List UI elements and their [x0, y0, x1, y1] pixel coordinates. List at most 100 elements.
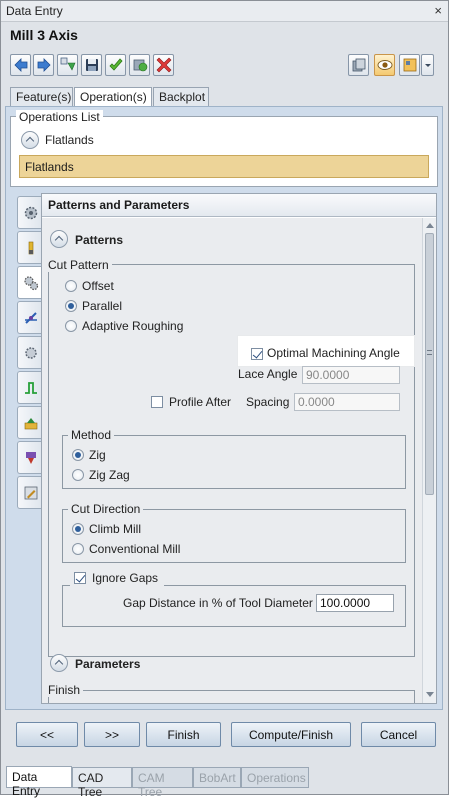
previous-button[interactable]: << [16, 722, 78, 747]
climb-mill-radio[interactable] [72, 523, 84, 535]
spacing-input[interactable]: 0.0000 [294, 393, 400, 411]
settings-dropdown[interactable] [421, 54, 434, 76]
lace-angle-input[interactable]: 90.0000 [302, 366, 400, 384]
left-tab-1[interactable] [17, 196, 44, 229]
patterns-parameters-panel: Patterns and Parameters Patterns Cut Pat… [41, 193, 437, 704]
left-tab-5[interactable] [17, 336, 44, 369]
operation-group-label: Flatlands [45, 133, 94, 147]
regenerate-icon [60, 57, 75, 71]
vertical-scrollbar[interactable] [422, 218, 436, 703]
ok-button[interactable] [105, 54, 126, 76]
profile-after-checkbox[interactable] [151, 396, 163, 408]
optimal-angle-checkbox[interactable] [251, 348, 263, 360]
cut-direction-legend: Cut Direction [68, 502, 144, 516]
tab-features[interactable]: Feature(s) [10, 87, 73, 107]
spacing-label: Spacing [246, 395, 290, 409]
arrow-right-icon [37, 58, 51, 72]
left-tab-9[interactable] [17, 476, 44, 509]
operations-list-legend: Operations List [16, 110, 103, 124]
patterns-header: Patterns [75, 233, 124, 247]
offset-radio[interactable] [65, 280, 77, 292]
left-tab-8[interactable] [17, 441, 44, 474]
compute-finish-button[interactable]: Compute/Finish [231, 722, 351, 747]
gear-icon [24, 206, 38, 219]
parallel-label: Parallel [82, 299, 123, 313]
zig-label: Zig [89, 448, 106, 462]
check-icon [108, 58, 123, 71]
scroll-down-icon[interactable] [426, 692, 434, 698]
grip-icon [427, 350, 432, 355]
offset-label: Offset [82, 279, 114, 293]
scroll-up-icon[interactable] [426, 222, 434, 228]
feature-icon [26, 451, 36, 464]
tab-cad-tree[interactable]: CAD Tree [72, 767, 132, 799]
zig-zag-radio[interactable] [72, 469, 84, 481]
tab-operations-bottom: Operations [241, 767, 309, 788]
collapse-patterns-button[interactable] [50, 230, 68, 248]
lace-angle-label: Lace Angle [238, 367, 298, 381]
optimal-angle-label: Optimal Machining Angle [267, 346, 400, 360]
path-icon [25, 381, 37, 394]
parallel-radio[interactable] [65, 300, 77, 312]
cut-pattern-legend: Cut Pattern [45, 258, 112, 272]
tab-backplot[interactable]: Backplot [153, 87, 209, 107]
profile-after-label: Profile After [169, 395, 232, 409]
preview-button[interactable] [129, 54, 150, 76]
delete-icon [156, 57, 171, 73]
page-title: Mill 3 Axis [10, 27, 78, 43]
left-tab-6[interactable] [17, 371, 44, 404]
cancel-button[interactable]: Cancel [361, 722, 436, 747]
gears-icon [24, 275, 39, 290]
ignore-gaps-checkbox[interactable] [74, 572, 86, 584]
left-tab-2[interactable] [17, 231, 44, 264]
settings-button[interactable] [399, 54, 420, 76]
conventional-mill-radio[interactable] [72, 543, 84, 555]
tool-icon [28, 241, 34, 254]
gap-distance-input[interactable]: 100.0000 [316, 594, 394, 612]
preview-icon [133, 59, 147, 72]
scroll-thumb[interactable] [425, 233, 434, 495]
tab-data-entry[interactable]: Data Entry [6, 766, 72, 798]
panel-title: Patterns and Parameters [42, 194, 436, 217]
left-tab-3[interactable] [17, 266, 44, 299]
regenerate-button[interactable] [57, 54, 78, 76]
conventional-mill-label: Conventional Mill [89, 542, 181, 556]
zig-zag-label: Zig Zag [89, 468, 130, 482]
operation-list-item[interactable]: Flatlands [19, 155, 429, 178]
library-icon [352, 58, 365, 72]
save-icon [85, 59, 98, 71]
next-button[interactable]: >> [84, 722, 140, 747]
left-tab-7[interactable] [17, 406, 44, 439]
stock-icon [24, 417, 38, 429]
zig-radio[interactable] [72, 449, 84, 461]
ignore-gaps-label: Ignore Gaps [92, 571, 159, 585]
settings-icon [403, 58, 416, 72]
tab-operations[interactable]: Operation(s) [74, 87, 152, 108]
finish-button[interactable]: Finish [146, 722, 221, 747]
adaptive-roughing-radio[interactable] [65, 320, 77, 332]
tab-cam-tree: CAM Tree [132, 767, 193, 799]
edit-icon [24, 486, 38, 499]
dropdown-arrow-icon [424, 64, 431, 67]
panel-content: Patterns Cut Pattern Offset Parallel Ada… [42, 218, 422, 703]
window-title: Data Entry [6, 4, 63, 18]
collapse-operations-button[interactable] [21, 131, 39, 149]
climb-mill-label: Climb Mill [89, 522, 141, 536]
finish-group [48, 690, 415, 703]
axis-icon [25, 311, 37, 324]
library-button[interactable] [348, 54, 369, 76]
delete-button[interactable] [153, 54, 174, 76]
tab-bobart: BobArt [193, 767, 241, 788]
title-bar: Data Entry × [1, 1, 448, 22]
gear-small-icon [25, 346, 37, 359]
back-button[interactable] [10, 54, 31, 76]
method-legend: Method [68, 428, 115, 442]
save-button[interactable] [81, 54, 102, 76]
forward-button[interactable] [33, 54, 54, 76]
adaptive-roughing-label: Adaptive Roughing [82, 319, 184, 333]
collapse-parameters-button[interactable] [50, 654, 68, 672]
close-icon[interactable]: × [434, 3, 442, 18]
visibility-button[interactable] [374, 54, 395, 76]
eye-icon [377, 60, 392, 70]
left-tab-4[interactable] [17, 301, 44, 334]
